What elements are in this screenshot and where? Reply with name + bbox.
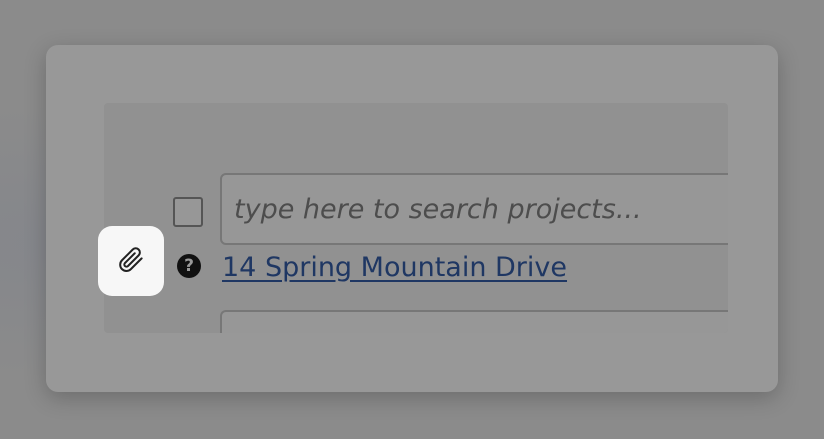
attach-file-button[interactable] bbox=[98, 226, 164, 296]
project-search-input[interactable] bbox=[220, 173, 728, 245]
select-row-checkbox[interactable] bbox=[173, 197, 203, 227]
question-circle-icon[interactable]: ? bbox=[177, 254, 201, 278]
paperclip-icon bbox=[116, 244, 146, 278]
description-input[interactable] bbox=[220, 310, 728, 333]
project-link[interactable]: 14 Spring Mountain Drive bbox=[222, 252, 567, 283]
dialog-panel: ? 14 Spring Mountain Drive bbox=[46, 45, 778, 392]
project-entry-row: ? 14 Spring Mountain Drive bbox=[104, 103, 728, 333]
